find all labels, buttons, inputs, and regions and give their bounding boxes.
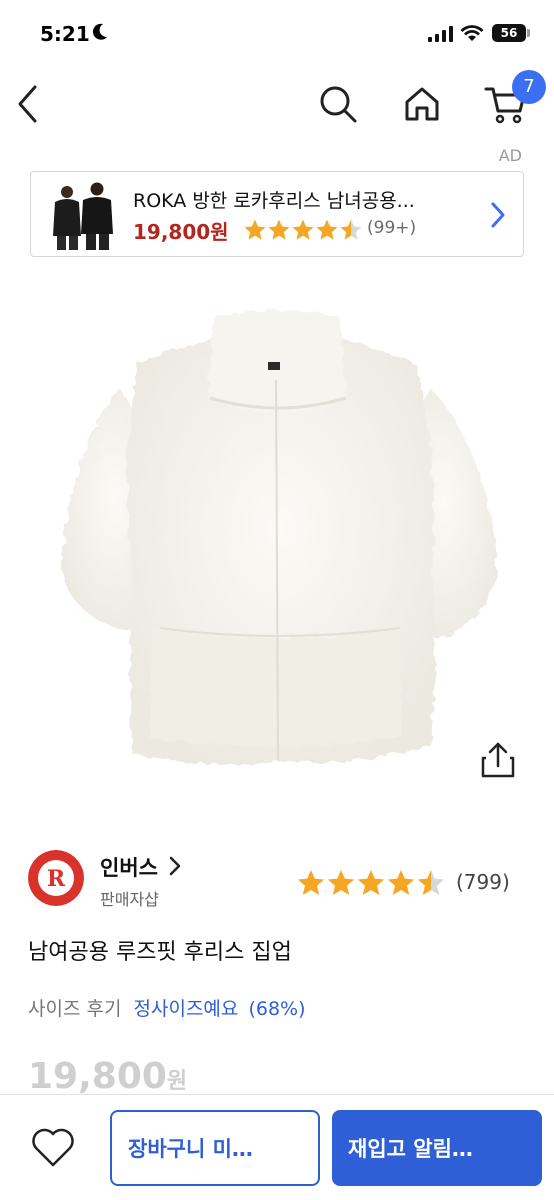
- svg-text:R: R: [47, 866, 66, 892]
- status-time: 5:21: [40, 22, 90, 46]
- product-title: 남여공용 루즈핏 후리스 집업: [28, 940, 292, 965]
- seller-tag: 판매자샵: [100, 890, 159, 909]
- home-button[interactable]: [396, 78, 448, 130]
- ad-review-count: (99+): [367, 218, 417, 238]
- price-unit: 원: [166, 1069, 188, 1094]
- size-review-percent: (68%): [248, 998, 306, 1020]
- seller-name[interactable]: 인버스: [100, 852, 158, 882]
- price-number: 19,800: [28, 1056, 167, 1097]
- restock-alert-button[interactable]: 재입고 알림…: [332, 1110, 542, 1186]
- rating-stars: [296, 868, 446, 898]
- battery-indicator: 56: [492, 24, 526, 42]
- search-icon: [320, 86, 357, 123]
- star-icon: [297, 869, 325, 895]
- product-image[interactable]: [0, 268, 554, 808]
- battery-nub: [527, 29, 530, 37]
- star-icon: [268, 219, 290, 240]
- nav-bar: [0, 66, 554, 146]
- wifi-icon: [460, 25, 484, 41]
- signal-icon: [428, 26, 453, 42]
- back-button[interactable]: [2, 78, 54, 130]
- ad-label: AD: [498, 146, 522, 165]
- add-to-cart-button[interactable]: 장바구니 미…: [110, 1110, 320, 1186]
- chevron-right-icon[interactable]: [168, 855, 182, 877]
- ad-rating-stars: [243, 218, 363, 242]
- seller-logo[interactable]: R: [28, 850, 84, 906]
- star-icon: [340, 219, 362, 240]
- star-icon: [316, 219, 338, 240]
- home-icon: [405, 87, 439, 121]
- ad-price: 19,800원: [133, 220, 229, 244]
- back-icon: [18, 85, 37, 123]
- star-icon: [357, 869, 385, 895]
- size-review-value: 정사이즈예요: [133, 998, 239, 1020]
- ad-title: ROKA 방한 로카후리스 남녀공용...: [133, 190, 415, 212]
- size-review[interactable]: 사이즈 후기 정사이즈예요 (68%): [28, 994, 306, 1021]
- rating-count[interactable]: (799): [456, 870, 510, 894]
- search-button[interactable]: [312, 78, 364, 130]
- size-review-label: 사이즈 후기: [28, 998, 122, 1020]
- star-icon: [244, 219, 266, 240]
- star-icon: [327, 869, 355, 895]
- heart-icon[interactable]: [30, 1125, 76, 1169]
- ad-banner[interactable]: ROKA 방한 로카후리스 남녀공용... 19,800원 (99+): [30, 171, 524, 257]
- ad-thumbnail: [41, 178, 125, 252]
- moon-icon: [92, 23, 107, 40]
- bottom-action-bar: 장바구니 미… 재입고 알림…: [0, 1094, 554, 1200]
- star-icon: [387, 869, 415, 895]
- chevron-right-icon: [491, 202, 505, 228]
- cart-count-badge: 7: [512, 70, 546, 104]
- star-icon: [417, 869, 445, 895]
- product-price: 19,800원: [28, 1056, 187, 1097]
- share-icon[interactable]: [478, 740, 518, 780]
- status-bar: 5:21 56: [0, 0, 554, 66]
- star-icon: [292, 219, 314, 240]
